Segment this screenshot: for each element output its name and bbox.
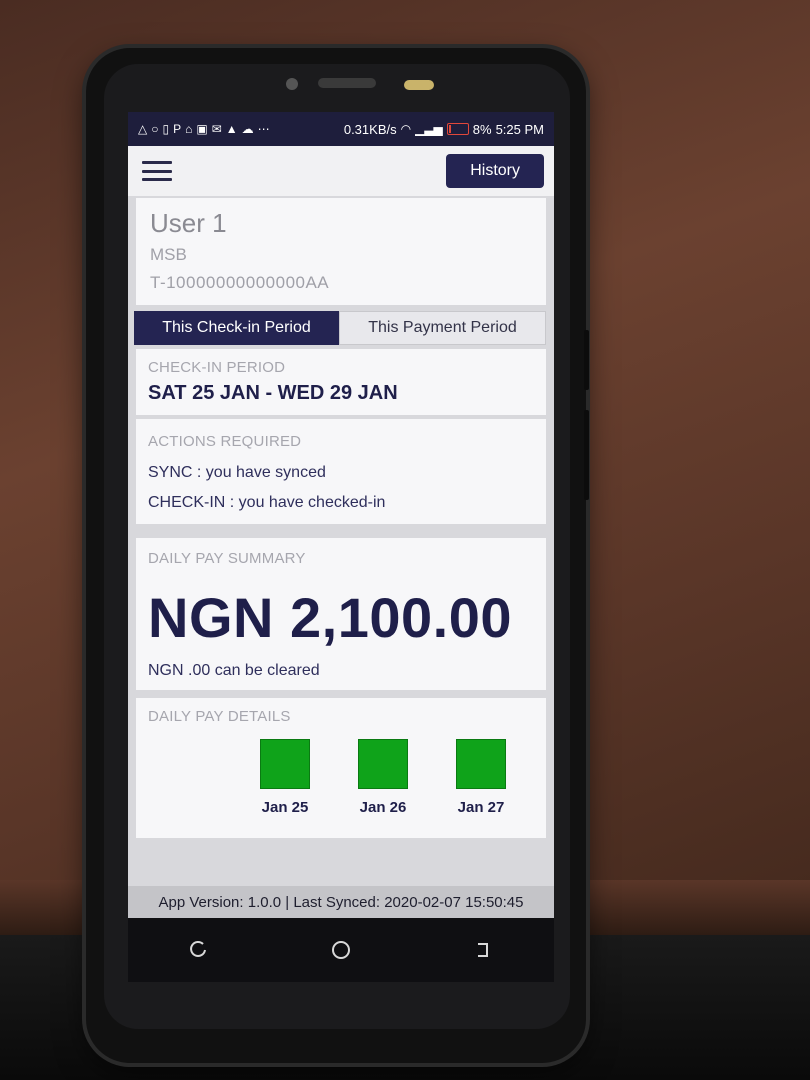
tab-check-in-period[interactable]: This Check-in Period	[134, 311, 339, 345]
battery-percent: 8%	[472, 121, 492, 137]
flash-icon	[404, 80, 434, 90]
back-icon[interactable]	[470, 937, 496, 963]
alert-icon: ▲	[225, 122, 238, 136]
daily-pay-details-card: DAILY PAY DETAILS Jan 25 Jan 26 Jan 27	[136, 698, 546, 838]
menu-icon[interactable]	[142, 161, 172, 181]
daily-pay-summary-card: DAILY PAY SUMMARY NGN 2,100.00 NGN .00 c…	[136, 538, 546, 690]
recent-apps-icon[interactable]	[186, 937, 212, 963]
cleared-amount: NGN .00 can be cleared	[148, 662, 320, 679]
warning-icon: △	[138, 122, 148, 136]
checkin-period-label: CHECK-IN PERIOD	[148, 359, 286, 376]
action-sync-status: SYNC : you have synced	[148, 464, 326, 481]
action-checkin-status: CHECK-IN : you have checked-in	[148, 494, 386, 511]
earpiece	[318, 78, 376, 88]
daily-pay-details-label: DAILY PAY DETAILS	[148, 708, 291, 725]
front-camera-icon	[286, 78, 298, 90]
day-label: Jan 26	[359, 799, 407, 816]
wifi-icon: ◠	[400, 122, 412, 136]
notification-icons: △ ○ ▯ P ⌂ ▣ ✉ ▲ ☁ ⋯	[138, 123, 270, 135]
day-label: Jan 27	[457, 799, 505, 816]
app-bar: History	[128, 146, 554, 196]
day-item[interactable]: Jan 26	[358, 739, 408, 816]
circle-icon: ○	[151, 122, 159, 136]
day-status-box	[260, 739, 310, 789]
more-icon: ⋯	[257, 122, 270, 136]
system-status: 0.31KB/s ◠ ▁▃▅ 8% 5:25 PM	[344, 122, 544, 137]
day-item[interactable]: Jan 25	[260, 739, 310, 816]
mail-icon: ✉	[211, 122, 222, 136]
app-p-icon: P	[173, 122, 182, 136]
power-button	[584, 410, 589, 500]
home-icon[interactable]	[328, 937, 354, 963]
day-item[interactable]: Jan 27	[456, 739, 506, 816]
day-status-box	[358, 739, 408, 789]
checkin-period-value: SAT 25 JAN - WED 29 JAN	[148, 382, 398, 404]
signal-icon: ▁▃▅	[415, 122, 443, 136]
day-label: Jan 25	[261, 799, 309, 816]
day-status-box	[456, 739, 506, 789]
network-speed: 0.31KB/s	[343, 121, 397, 137]
shirt-icon: ⌂	[185, 122, 193, 136]
sim-icon: ▯	[162, 122, 170, 136]
battery-icon	[446, 123, 469, 135]
user-name: User 1	[150, 208, 227, 238]
user-card: User 1 MSB T-10000000000000AA	[136, 198, 546, 305]
clock: 5:25 PM	[495, 121, 544, 137]
actions-required-card: ACTIONS REQUIRED SYNC : you have synced …	[136, 419, 546, 524]
status-bar: △ ○ ▯ P ⌂ ▣ ✉ ▲ ☁ ⋯ 0.31KB/s ◠ ▁▃▅ 8% 5:…	[128, 112, 554, 146]
app-screen: △ ○ ▯ P ⌂ ▣ ✉ ▲ ☁ ⋯ 0.31KB/s ◠ ▁▃▅ 8% 5:…	[128, 112, 554, 918]
system-nav-bar	[128, 918, 554, 982]
actions-required-label: ACTIONS REQUIRED	[148, 433, 302, 450]
app-footer: App Version: 1.0.0 | Last Synced: 2020-0…	[128, 886, 554, 918]
checkin-period-card: CHECK-IN PERIOD SAT 25 JAN - WED 29 JAN	[136, 349, 546, 415]
volume-button	[584, 330, 589, 390]
user-org: MSB	[150, 245, 187, 264]
day-list: Jan 25 Jan 26 Jan 27	[148, 739, 534, 816]
cloud-icon: ☁	[241, 122, 254, 136]
image-icon: ▣	[196, 122, 208, 136]
history-button[interactable]: History	[446, 154, 544, 188]
tab-payment-period[interactable]: This Payment Period	[339, 311, 546, 345]
daily-pay-summary-label: DAILY PAY SUMMARY	[148, 550, 306, 567]
user-id: T-10000000000000AA	[150, 273, 330, 292]
period-tabs: This Check-in Period This Payment Period	[134, 311, 546, 345]
daily-pay-amount: NGN 2,100.00	[148, 586, 512, 649]
